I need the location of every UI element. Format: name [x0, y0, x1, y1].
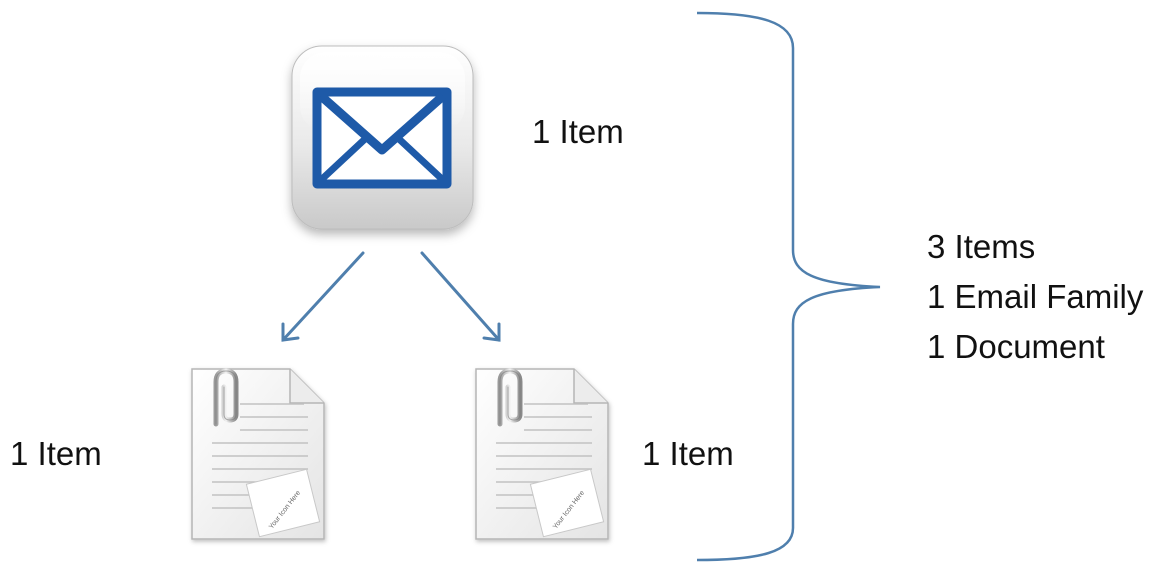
summary-document: 1 Document [927, 328, 1105, 365]
attachment-arrows [281, 251, 501, 342]
right-document-icon: Your Icon Here [475, 368, 609, 540]
summary-email-family: 1 Email Family [927, 278, 1144, 315]
grouping-brace [696, 11, 881, 562]
right-attachment-item-count: 1 Item [642, 435, 734, 472]
email-envelope-icon [291, 45, 474, 230]
email-item-count: 1 Item [532, 113, 624, 150]
arrow-to-right-attachment [420, 251, 501, 342]
family-summary: 3 Items 1 Email Family 1 Document [927, 222, 1143, 372]
left-document-icon: Your Icon Here [191, 368, 325, 540]
arrow-to-left-attachment [281, 251, 365, 342]
summary-total-items: 3 Items [927, 228, 1036, 265]
left-attachment-item-count: 1 Item [10, 435, 102, 472]
